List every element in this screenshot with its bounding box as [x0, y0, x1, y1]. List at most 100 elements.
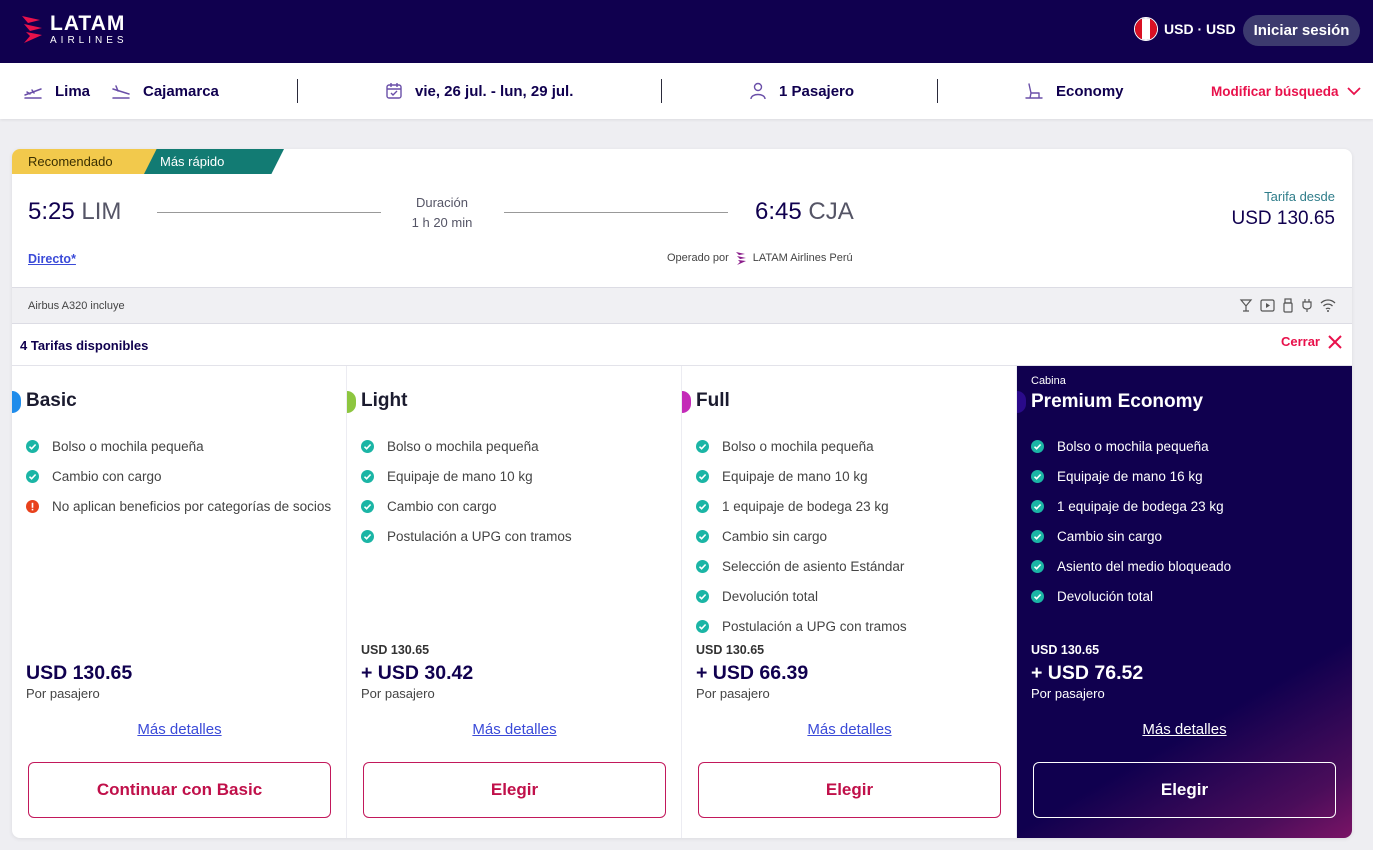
- logo-sub-text: AIRLINES: [50, 34, 128, 46]
- arrival-time: 6:45: [755, 198, 802, 225]
- benefit-item: Cambio sin cargo: [696, 521, 907, 551]
- duration-block: Duración 1 h 20 min: [392, 193, 492, 233]
- check-icon: [696, 439, 709, 453]
- operated-by: Operado por LATAM Airlines Perú: [667, 250, 853, 266]
- more-details-link[interactable]: Más detalles: [682, 721, 1017, 738]
- benefit-text: 1 equipaje de bodega 23 kg: [722, 498, 889, 514]
- seat-icon: [1025, 83, 1043, 99]
- benefit-text: Devolución total: [722, 588, 819, 604]
- more-details-link[interactable]: Más detalles: [12, 721, 347, 738]
- close-fares-button[interactable]: Cerrar: [1281, 334, 1342, 349]
- fare-name: Full: [696, 390, 730, 411]
- departure-code: LIM: [81, 198, 122, 225]
- benefit-item: Cambio con cargo: [361, 491, 572, 521]
- modify-search-button[interactable]: Modificar búsqueda: [1211, 63, 1361, 119]
- base-price: USD 130.65: [696, 643, 765, 657]
- takeoff-icon: [24, 88, 42, 99]
- aircraft-text: Airbus A320 incluye: [28, 300, 125, 312]
- login-button[interactable]: Iniciar sesión: [1243, 15, 1360, 46]
- benefit-text: Equipaje de mano 10 kg: [722, 468, 868, 484]
- choose-fare-button[interactable]: Elegir: [363, 762, 666, 818]
- check-icon: [696, 619, 709, 633]
- currency-label: USD · USD: [1164, 21, 1236, 37]
- dates-field[interactable]: vie, 26 jul. - lun, 29 jul.: [385, 63, 573, 119]
- per-passenger-label: Por pasajero: [361, 686, 435, 701]
- benefit-item: No aplican beneficios por categorías de …: [26, 491, 331, 521]
- benefit-item: Devolución total: [1031, 581, 1231, 611]
- benefit-text: Cambio sin cargo: [1057, 528, 1163, 544]
- check-icon: [1031, 499, 1044, 513]
- choose-fare-button[interactable]: Elegir: [1033, 762, 1336, 818]
- benefit-item: Equipaje de mano 10 kg: [696, 461, 907, 491]
- flight-card: Recomendado Más rápido 5:25 LIM Duración…: [12, 149, 1352, 838]
- per-passenger-label: Por pasajero: [696, 686, 770, 701]
- check-icon: [1031, 559, 1044, 573]
- operated-by-label: Operado por: [667, 252, 729, 264]
- direct-link[interactable]: Directo*: [28, 252, 76, 266]
- benefit-text: No aplican beneficios por categorías de …: [52, 498, 332, 514]
- choose-fare-button[interactable]: Continuar con Basic: [28, 762, 331, 818]
- benefits-list: Bolso o mochila pequeña Equipaje de mano …: [361, 431, 572, 551]
- base-price: USD 130.65: [1031, 643, 1100, 657]
- divider: [937, 79, 938, 103]
- modify-search-label: Modificar búsqueda: [1211, 83, 1339, 99]
- destination-label: Cajamarca: [143, 82, 219, 100]
- latam-logo[interactable]: LATAM AIRLINES: [20, 12, 128, 46]
- more-details-link[interactable]: Más detalles: [1017, 721, 1352, 738]
- benefit-item: Postulación a UPG con tramos: [696, 611, 907, 641]
- check-icon: [696, 469, 709, 483]
- fare-name: Light: [361, 390, 408, 411]
- fare-accent-bar: [347, 391, 356, 413]
- choose-fare-button[interactable]: Elegir: [698, 762, 1001, 818]
- benefit-item: Cambio sin cargo: [1031, 521, 1231, 551]
- amenities: [1239, 298, 1336, 313]
- cabin-label: Economy: [1056, 82, 1124, 100]
- check-icon: [361, 439, 374, 453]
- passengers-label: 1 Pasajero: [779, 82, 855, 100]
- search-summary-bar: Lima Cajamarca vie, 26 jul. - lun, 29 ju…: [0, 63, 1373, 119]
- benefit-text: Postulación a UPG con tramos: [722, 618, 907, 634]
- route-line: [157, 212, 381, 213]
- passengers-field[interactable]: 1 Pasajero: [749, 63, 854, 119]
- warning-icon: [26, 499, 39, 513]
- origin-field[interactable]: Lima: [23, 63, 90, 119]
- benefit-text: Selección de asiento Estándar: [722, 558, 905, 574]
- arrival-code: CJA: [808, 198, 854, 225]
- more-details-link[interactable]: Más detalles: [347, 721, 682, 738]
- fare-column-basic: Basic Bolso o mochila pequeña Cambio con c…: [12, 366, 347, 838]
- fastest-tag: Más rápido: [144, 149, 284, 174]
- check-icon: [1031, 439, 1044, 453]
- chevron-down-icon: [1346, 86, 1361, 95]
- fares-header: 4 Tarifas disponibles Cerrar: [12, 324, 1352, 366]
- cabin-field[interactable]: Economy: [1024, 63, 1124, 119]
- fare-price: + USD 76.52: [1031, 662, 1144, 684]
- benefit-item: Bolso o mochila pequeña: [26, 431, 331, 461]
- currency-selector[interactable]: USD · USD: [1134, 17, 1236, 41]
- benefit-item: Bolso o mochila pequeña: [361, 431, 572, 461]
- usb-charger-icon: [1283, 298, 1293, 313]
- benefit-text: Asiento del medio bloqueado: [1057, 558, 1232, 574]
- latam-logo-icon: [735, 252, 746, 265]
- benefit-item: 1 equipaje de bodega 23 kg: [1031, 491, 1231, 521]
- duration-label: Duración: [415, 195, 469, 210]
- benefit-text: Bolso o mochila pequeña: [387, 438, 539, 454]
- fare-from-label: Tarifa desde: [1264, 189, 1335, 204]
- departure-time: 5:25: [28, 198, 75, 225]
- benefit-text: Cambio con cargo: [52, 468, 162, 484]
- benefit-item: Devolución total: [696, 581, 907, 611]
- check-icon: [361, 499, 374, 513]
- benefit-item: 1 equipaje de bodega 23 kg: [696, 491, 907, 521]
- check-icon: [696, 529, 709, 543]
- drink-icon: [1239, 299, 1253, 312]
- benefit-item: Bolso o mochila pequeña: [696, 431, 907, 461]
- divider: [297, 79, 298, 103]
- fare-price: + USD 30.42: [361, 662, 474, 684]
- fare-from: Tarifa desde USD 130.65: [1231, 189, 1335, 230]
- destination-field[interactable]: Cajamarca: [111, 63, 219, 119]
- benefit-text: 1 equipaje de bodega 23 kg: [1057, 498, 1224, 514]
- benefits-list: Bolso o mochila pequeña Equipaje de mano …: [696, 431, 907, 641]
- check-icon: [696, 589, 709, 603]
- fares-count: 4 Tarifas disponibles: [20, 338, 149, 353]
- fare-accent-bar: [682, 391, 691, 413]
- check-icon: [696, 499, 709, 513]
